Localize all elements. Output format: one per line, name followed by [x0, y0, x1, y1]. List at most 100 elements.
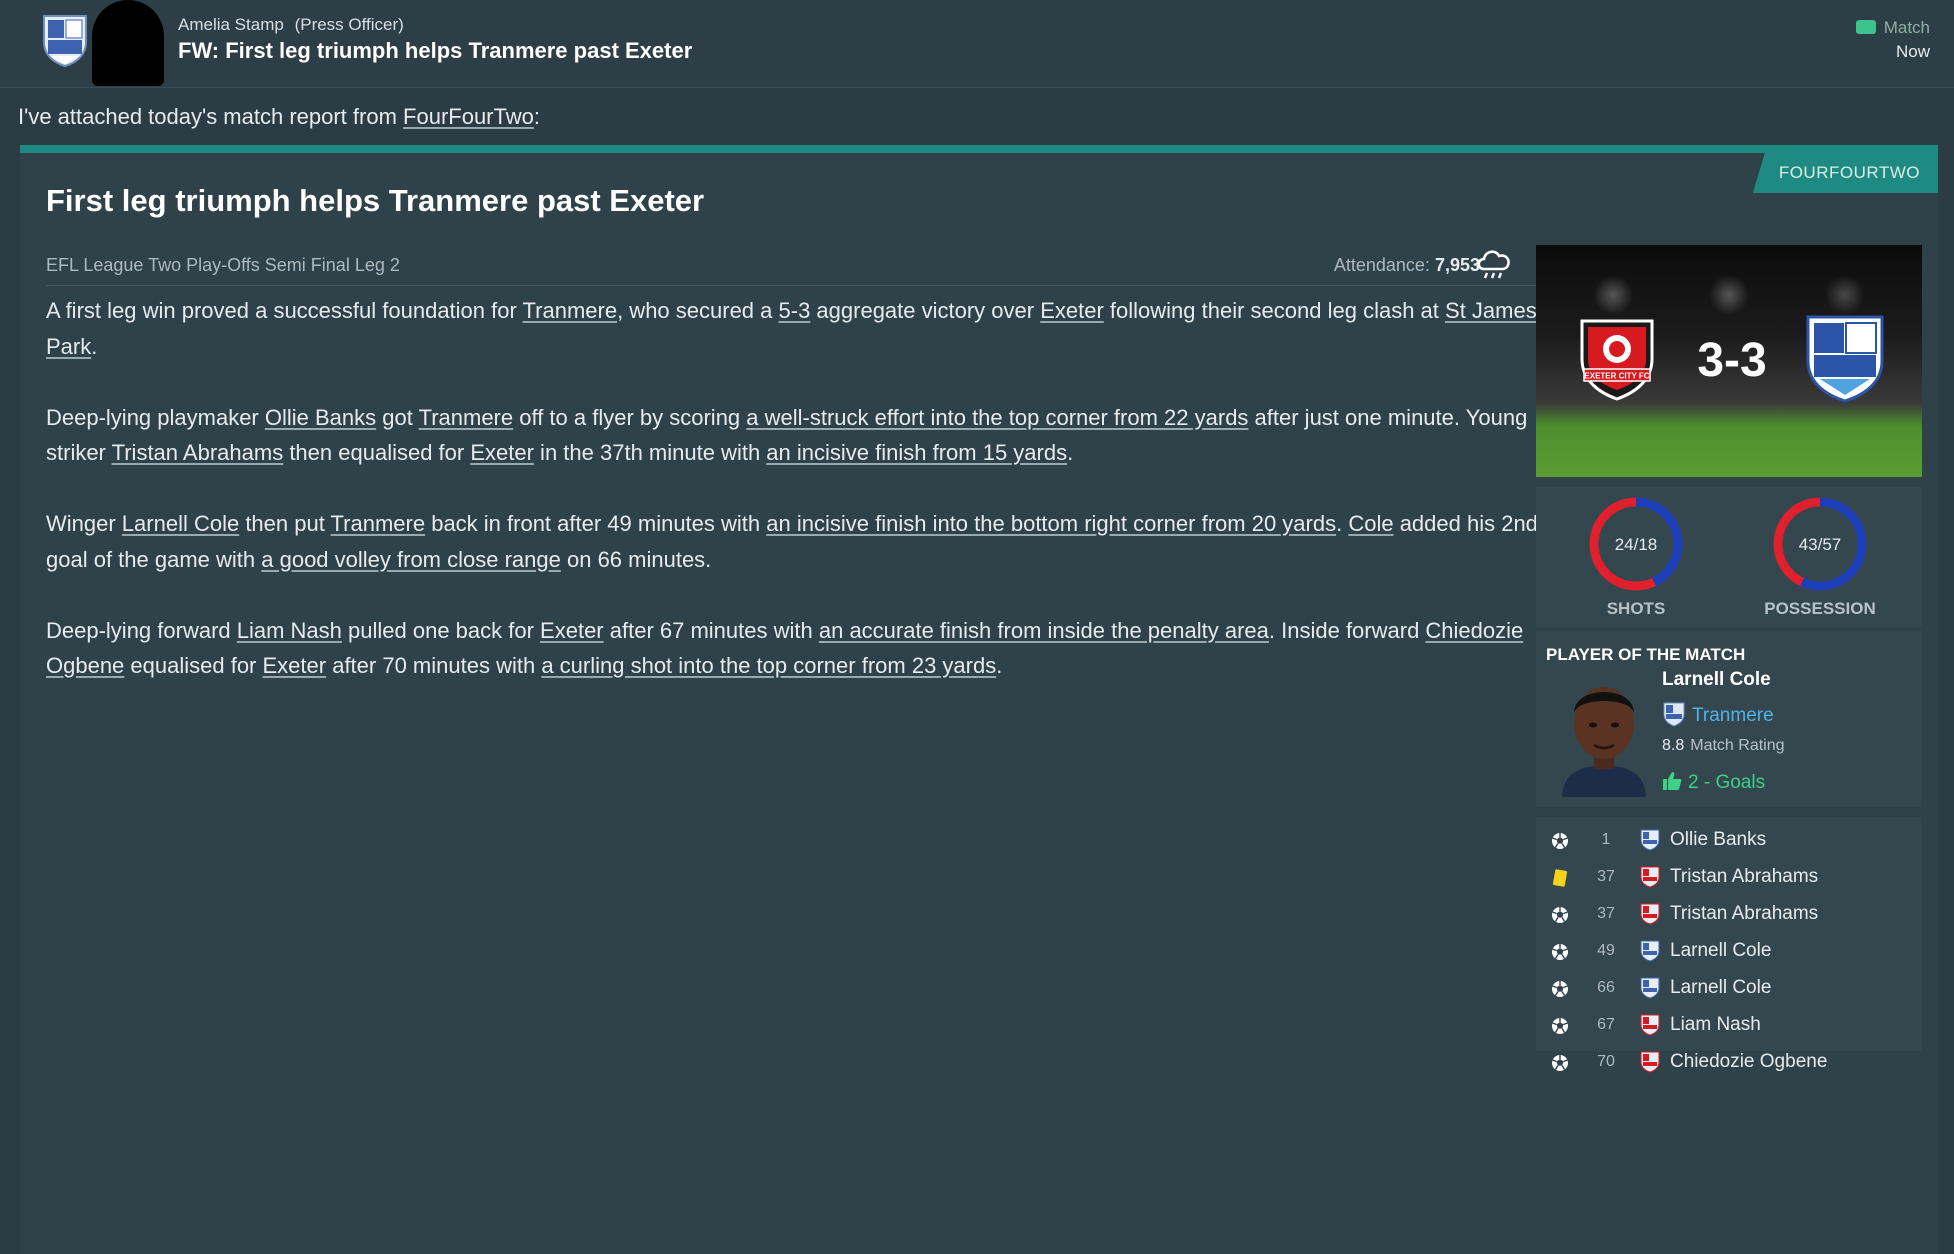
- event-row[interactable]: 66 Larnell Cole: [1536, 971, 1922, 1008]
- message-subject: FW: First leg triumph helps Tranmere pas…: [178, 38, 693, 63]
- sender-role: (Press Officer): [294, 15, 404, 34]
- event-player[interactable]: Liam Nash: [1670, 1014, 1761, 1036]
- event-player[interactable]: Larnell Cole: [1670, 977, 1771, 999]
- match-tag[interactable]: Match: [1855, 18, 1930, 38]
- match-events-panel: 1 Ollie Banks 37 Tristan Abrahams 37 Tristan …: [1536, 817, 1922, 1073]
- sender-name[interactable]: Amelia Stamp: [178, 15, 284, 34]
- football-icon: [1552, 833, 1568, 849]
- event-minute: 49: [1597, 942, 1615, 959]
- goal-highlight-link[interactable]: an accurate finish from inside the penal…: [819, 618, 1269, 643]
- exeter-crest-icon: [1640, 866, 1660, 888]
- article-body: A first leg win proved a successful foun…: [46, 293, 1538, 719]
- exeter-crest-icon[interactable]: EXETER CITY FC: [1572, 313, 1662, 403]
- potm-club-name[interactable]: Tranmere: [1692, 705, 1774, 726]
- exeter-crest-icon: [1640, 1051, 1660, 1073]
- paragraph-1: A first leg win proved a successful foun…: [46, 298, 1537, 359]
- event-row[interactable]: 70 Chiedozie Ogbene: [1536, 1045, 1922, 1082]
- shots-value: 24/18: [1615, 535, 1658, 554]
- exeter-crest-icon: [1640, 903, 1660, 925]
- tranmere-crest-icon: [1663, 702, 1685, 727]
- event-minute: 37: [1597, 905, 1615, 922]
- event-player[interactable]: Larnell Cole: [1670, 940, 1771, 962]
- team-link[interactable]: Exeter: [540, 618, 604, 643]
- player-link[interactable]: Liam Nash: [237, 618, 342, 643]
- thumbs-up-icon: [1663, 772, 1682, 790]
- potm-goals-text: 2 - Goals: [1688, 772, 1766, 793]
- tranmere-crest-icon: [1640, 977, 1660, 999]
- sender-avatar[interactable]: [92, 0, 164, 86]
- fourfourtwo-link[interactable]: FourFourTwo: [403, 104, 534, 129]
- tag-icon: [1855, 20, 1876, 34]
- attendance: Attendance: 7,953: [1333, 255, 1480, 275]
- shots-ring: 24/18: [1589, 497, 1683, 591]
- potm-heading: PLAYER OF THE MATCH: [1546, 645, 1746, 664]
- team-link[interactable]: Tranmere: [419, 405, 514, 430]
- event-minute: 1: [1601, 831, 1611, 848]
- event-player[interactable]: Chiedozie Ogbene: [1670, 1051, 1827, 1073]
- score-banner[interactable]: EXETER CITY FC 3-3: [1536, 245, 1922, 477]
- player-of-the-match-panel: PLAYER OF THE MATCH Larnell Cole Tranmer…: [1536, 631, 1922, 807]
- message-time: Now: [1895, 42, 1930, 61]
- event-row[interactable]: 67 Liam Nash: [1536, 1008, 1922, 1045]
- event-minute: 66: [1597, 979, 1615, 996]
- message-intro: I've attached today's match report from …: [18, 104, 540, 129]
- competition-label: EFL League Two Play-Offs Semi Final Leg …: [46, 255, 400, 275]
- player-link[interactable]: Tristan Abrahams: [112, 440, 284, 465]
- exeter-crest-icon: [1640, 1014, 1660, 1036]
- tranmere-crest-icon[interactable]: [1802, 311, 1888, 403]
- match-score: 3-3: [1697, 334, 1767, 387]
- shots-stat[interactable]: 24/18 SHOTS: [1556, 495, 1716, 619]
- possession-label: POSSESSION: [1764, 599, 1876, 618]
- potm-rating-value: 8.8: [1662, 737, 1685, 754]
- goal-highlight-link[interactable]: a curling shot into the top corner from …: [541, 653, 996, 678]
- exeter-crest-text: EXETER CITY FC: [1584, 372, 1649, 381]
- message-header: Amelia Stamp (Press Officer) FW: First l…: [0, 0, 1954, 88]
- intro-text: I've attached today's match report from: [18, 104, 404, 129]
- team-link[interactable]: Exeter: [1040, 298, 1104, 323]
- event-minute: 37: [1597, 868, 1615, 885]
- event-row[interactable]: 1 Ollie Banks: [1536, 823, 1922, 860]
- goal-highlight-link[interactable]: a well-struck effort into the top corner…: [746, 405, 1248, 430]
- possession-stat[interactable]: 43/57 POSSESSION: [1740, 495, 1900, 619]
- tranmere-crest-icon: [1640, 829, 1660, 851]
- aggregate-link[interactable]: 5-3: [779, 298, 811, 323]
- paragraph-2: Deep-lying playmaker Ollie Banks got Tra…: [46, 404, 1528, 466]
- potm-rating: 8.8 Match Rating: [1662, 737, 1785, 754]
- possession-ring: 43/57: [1773, 497, 1867, 591]
- football-icon: [1552, 981, 1568, 997]
- sender[interactable]: Amelia Stamp (Press Officer): [178, 15, 404, 35]
- goal-highlight-link[interactable]: a good volley from close range: [261, 547, 561, 572]
- event-player[interactable]: Tristan Abrahams: [1670, 903, 1818, 925]
- football-icon: [1552, 907, 1568, 923]
- goal-highlight-link[interactable]: an incisive finish into the bottom right…: [766, 511, 1336, 536]
- event-player[interactable]: Ollie Banks: [1670, 829, 1766, 851]
- paragraph-3: Winger Larnell Cole then put Tranmere ba…: [46, 511, 1538, 572]
- tranmere-crest-icon: [1640, 940, 1660, 962]
- event-minute: 70: [1597, 1053, 1615, 1070]
- divider: [46, 285, 1538, 286]
- goal-highlight-link[interactable]: an incisive finish from 15 yards: [766, 440, 1067, 465]
- match-report-card: FOURFOURTWO First leg triumph helps Tran…: [20, 145, 1938, 1254]
- team-link[interactable]: Tranmere: [331, 511, 426, 536]
- player-link[interactable]: Ollie Banks: [265, 405, 376, 430]
- event-row[interactable]: 49 Larnell Cole: [1536, 934, 1922, 971]
- event-minute: 67: [1597, 1016, 1615, 1033]
- player-link[interactable]: Larnell Cole: [122, 511, 239, 536]
- news-item-page: Amelia Stamp (Press Officer) FW: First l…: [0, 0, 1954, 1254]
- player-photo[interactable]: [1558, 671, 1650, 797]
- team-link[interactable]: Exeter: [263, 653, 327, 678]
- match-tag-label: Match: [1883, 18, 1930, 37]
- player-link[interactable]: Cole: [1348, 511, 1393, 536]
- event-row[interactable]: 37 Tristan Abrahams: [1536, 860, 1922, 897]
- event-row[interactable]: 37 Tristan Abrahams: [1536, 897, 1922, 934]
- source-badge: FOURFOURTWO: [1752, 153, 1938, 193]
- event-player[interactable]: Tristan Abrahams: [1670, 866, 1818, 888]
- potm-player-name[interactable]: Larnell Cole: [1662, 669, 1771, 691]
- paragraph-4: Deep-lying forward Liam Nash pulled one …: [46, 617, 1524, 679]
- potm-goals: 2 - Goals: [1662, 771, 1765, 794]
- team-link[interactable]: Tranmere: [523, 298, 618, 323]
- potm-club[interactable]: Tranmere: [1662, 701, 1774, 727]
- team-link[interactable]: Exeter: [470, 440, 534, 465]
- yellow-card-icon: [1552, 869, 1568, 887]
- shots-label: SHOTS: [1606, 599, 1666, 618]
